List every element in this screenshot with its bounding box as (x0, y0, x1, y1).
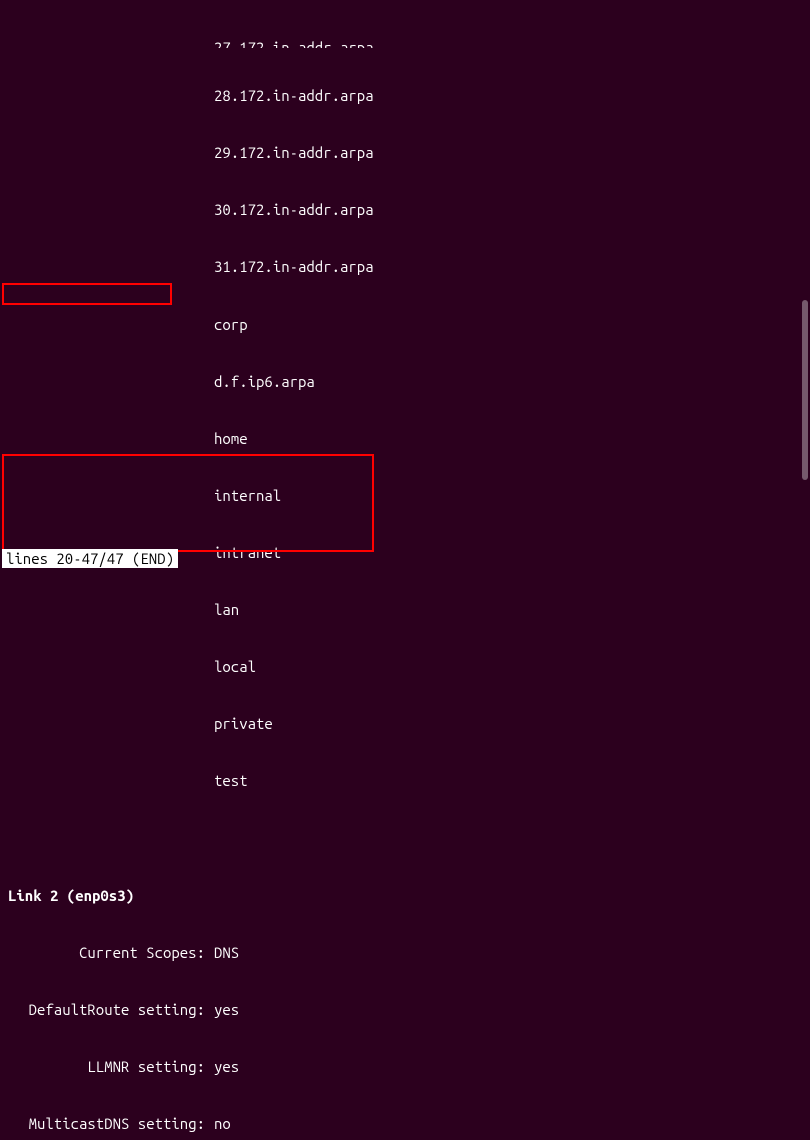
domain-entry: private (214, 714, 273, 733)
terminal-output: 27.172.in-addr.arpa 28.172.in-addr.arpa … (0, 0, 810, 1140)
setting-label: Current Scopes: (0, 943, 205, 962)
domain-entry: local (214, 657, 256, 676)
setting-value: DNS (205, 943, 239, 962)
domain-entry: intranet (214, 543, 281, 562)
scrollbar[interactable] (802, 300, 808, 480)
setting-value: yes (205, 1000, 239, 1019)
setting-value: yes (205, 1057, 239, 1076)
domain-entry: 27.172.in-addr.arpa (214, 38, 374, 48)
domain-entry: 31.172.in-addr.arpa (214, 257, 374, 276)
domain-entry: 28.172.in-addr.arpa (214, 86, 374, 105)
setting-label: DefaultRoute setting: (0, 1000, 205, 1019)
domain-entry: internal (214, 486, 281, 505)
link-header: Link 2 (enp0s3) (0, 886, 134, 905)
domain-entry: home (214, 429, 248, 448)
domain-entry: lan (214, 600, 239, 619)
domain-entry: corp (214, 315, 248, 334)
setting-label: MulticastDNS setting: (0, 1114, 205, 1133)
domain-entry: 29.172.in-addr.arpa (214, 143, 374, 162)
domain-entry: test (214, 771, 248, 790)
domain-entry: d.f.ip6.arpa (214, 372, 315, 391)
pager-status-line: lines 20-47/47 (END) (2, 549, 178, 568)
setting-value: no (205, 1114, 231, 1133)
domain-entry: 30.172.in-addr.arpa (214, 200, 374, 219)
setting-label: LLMNR setting: (0, 1057, 205, 1076)
